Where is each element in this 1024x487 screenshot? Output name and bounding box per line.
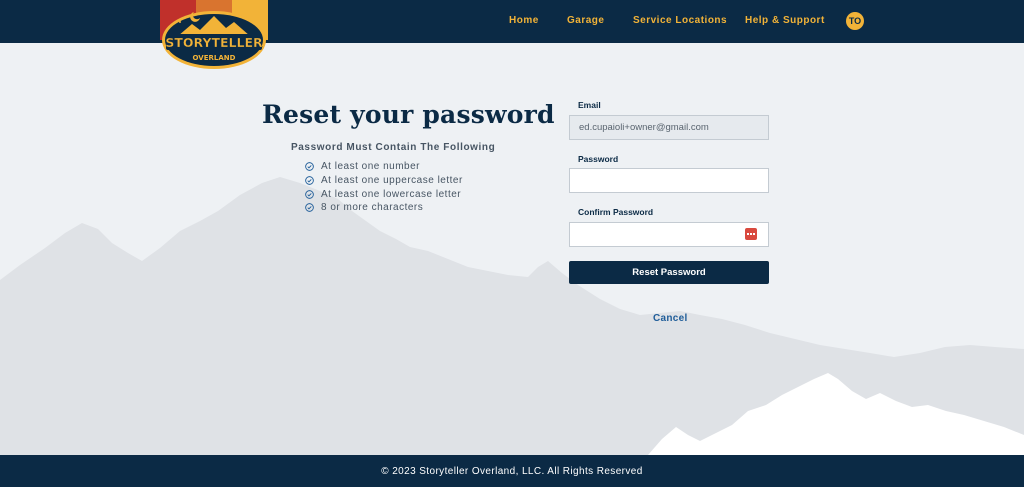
copyright-text: © 2023 Storyteller Overland, LLC. All Ri…	[381, 465, 643, 477]
logo-subtitle: OVERLAND	[193, 54, 236, 62]
cancel-link[interactable]: Cancel	[653, 313, 688, 324]
footer: © 2023 Storyteller Overland, LLC. All Ri…	[0, 455, 1024, 487]
reset-password-button[interactable]: Reset Password	[569, 261, 769, 284]
check-circle-icon	[305, 203, 314, 213]
requirements-list: At least one number At least one upperca…	[305, 160, 463, 215]
page-title: Reset your password	[262, 100, 555, 129]
requirement-text: At least one lowercase letter	[321, 188, 462, 200]
requirement-item: At least one number	[305, 160, 463, 174]
user-avatar[interactable]: TO	[846, 12, 864, 30]
password-manager-icon[interactable]	[745, 228, 757, 240]
logo-wordmark: STORYTELLER	[165, 35, 263, 50]
nav-help-support[interactable]: Help & Support	[745, 15, 825, 26]
requirement-item: 8 or more characters	[305, 201, 463, 215]
confirm-password-field[interactable]	[569, 222, 769, 247]
confirm-password-label: Confirm Password	[578, 207, 654, 217]
requirement-item: At least one lowercase letter	[305, 187, 463, 201]
password-field[interactable]	[569, 168, 769, 193]
requirements-heading: Password Must Contain The Following	[291, 142, 496, 153]
email-field[interactable]	[569, 115, 769, 140]
requirement-text: 8 or more characters	[321, 202, 424, 214]
requirement-item: At least one uppercase letter	[305, 174, 463, 188]
check-circle-icon	[305, 162, 314, 172]
nav-garage[interactable]: Garage	[567, 15, 604, 26]
requirement-text: At least one uppercase letter	[321, 175, 463, 187]
nav-service-locations[interactable]: Service Locations	[633, 15, 727, 26]
requirement-text: At least one number	[321, 161, 420, 173]
password-label: Password	[578, 154, 619, 164]
check-circle-icon	[305, 189, 314, 199]
nav-home[interactable]: Home	[509, 15, 539, 26]
check-circle-icon	[305, 176, 314, 185]
storyteller-overland-logo[interactable]: STORYTELLER OVERLAND	[160, 0, 268, 72]
email-label: Email	[578, 100, 601, 110]
